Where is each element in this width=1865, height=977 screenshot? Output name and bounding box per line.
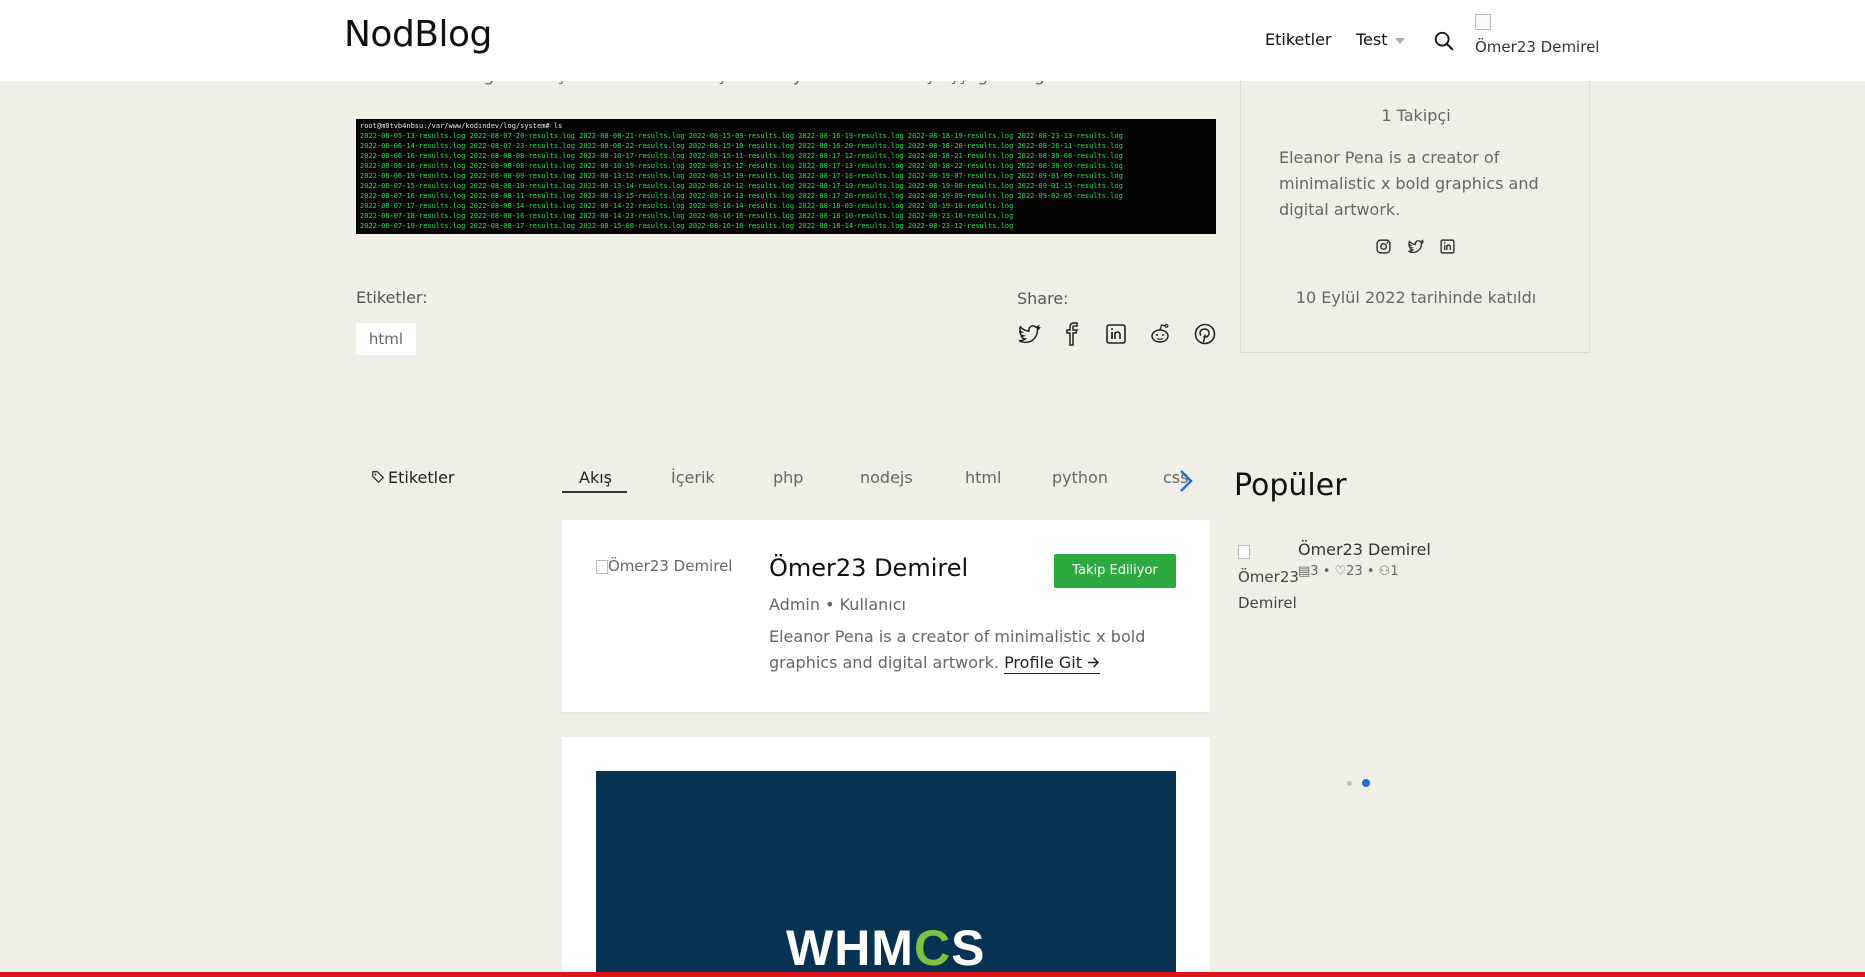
joined-date: 10 Eylül 2022 tarihinde katıldı (1295, 288, 1537, 307)
site-header: NodBlog Etiketler Test Ömer23 Demirel (0, 0, 1865, 81)
popular-avatar-alt: Ömer23 Demirel (1238, 568, 1299, 612)
pinterest-icon[interactable] (1193, 322, 1217, 346)
whmcs-text-a: WHM (786, 920, 914, 976)
broken-image-icon (1475, 13, 1491, 30)
terminal-row: 2022-08-07-15-results.log 2022-08-08-10-… (360, 182, 1123, 190)
terminal-row: 2022-08-07-19-results.log 2022-08-08-17-… (360, 222, 1014, 230)
tag-chip-html[interactable]: html (356, 323, 416, 355)
gear-icon: C (913, 920, 952, 976)
tags-label: Etiketler: (356, 288, 428, 307)
profile-git-link[interactable]: Profile Git (1004, 653, 1101, 674)
tab-html[interactable]: html (965, 468, 1001, 487)
category-tabs: Akış İçerik php nodejs html python css (562, 468, 1192, 498)
post-cover-image[interactable]: WHMCS (596, 771, 1176, 977)
twitter-icon[interactable] (1407, 238, 1424, 255)
terminal-row: 2022-08-06-19-results.log 2022-08-08-09-… (360, 172, 1123, 180)
tab-akis[interactable]: Akış (579, 468, 612, 487)
profile-avatar-alt: Ömer23 Demirel (608, 557, 733, 575)
popular-user-name[interactable]: Ömer23 Demirel (1298, 540, 1431, 559)
whmcs-logo: WHMCS (786, 919, 985, 977)
profile-role: Admin • Kullanıcı (769, 595, 906, 614)
nav-avatar-alt: Ömer23 Demirel (1475, 38, 1600, 56)
terminal-row: 2022-08-05-13-results.log 2022-08-07-20-… (360, 132, 1123, 140)
profile-name[interactable]: Ömer23 Demirel (769, 554, 968, 582)
popular-heading: Popüler (1234, 468, 1347, 503)
active-tab-underline (562, 491, 627, 493)
tag-icon (372, 471, 384, 483)
popular-avatar: Ömer23 Demirel (1238, 538, 1299, 616)
terminal-row: 2022-08-07-16-results.log 2022-08-08-11-… (360, 192, 1123, 200)
chevron-down-icon (1394, 37, 1405, 44)
nav-avatar[interactable]: Ömer23 Demirel (1475, 8, 1599, 60)
terminal-row: 2022-08-06-16-results.log 2022-08-08-08-… (360, 152, 1123, 160)
chevron-right-icon[interactable] (1176, 466, 1196, 496)
whmcs-text-b: S (951, 920, 986, 976)
document-icon: ▤ (1298, 564, 1311, 579)
tab-icerik[interactable]: İçerik (671, 468, 715, 487)
popular-user-stats: ▤3 • ♡23 • ⚇1 (1298, 564, 1399, 579)
follower-count: 1 (1390, 564, 1399, 579)
terminal-row: 2022-08-06-14-results.log 2022-08-07-23-… (360, 142, 1123, 150)
profile-bio: Eleanor Pena is a creator of minimalisti… (769, 624, 1169, 676)
tags-sidebar-label: Etiketler (388, 468, 455, 487)
site-logo[interactable]: NodBlog (344, 14, 492, 55)
search-icon[interactable] (1433, 30, 1455, 52)
profile-card: Ömer23 Demirel Ömer23 Demirel Admin • Ku… (562, 520, 1210, 712)
broken-image-icon (1238, 544, 1250, 559)
share-label: Share: (1017, 289, 1069, 308)
nav-user-menu-label: Test (1356, 30, 1388, 49)
linkedin-icon[interactable] (1439, 238, 1456, 255)
post-count: 3 (1310, 564, 1319, 579)
author-card: 1 Takipçi Eleanor Pena is a creator of m… (1240, 70, 1590, 353)
nav-tags-link[interactable]: Etiketler (1265, 30, 1332, 49)
author-social-links (1375, 238, 1456, 255)
slider-dot-active[interactable] (1362, 779, 1370, 787)
author-bio: Eleanor Pena is a creator of minimalisti… (1279, 148, 1539, 219)
slider-dot[interactable] (1347, 781, 1352, 786)
reddit-icon[interactable] (1148, 322, 1172, 346)
broken-image-icon (596, 559, 608, 574)
terminal-row: 2022-08-07-18-results.log 2022-08-08-16-… (360, 212, 1014, 220)
profile-avatar: Ömer23 Demirel (596, 557, 732, 575)
tab-nodejs[interactable]: nodejs (860, 468, 913, 487)
profile-git-label: Profile Git (1004, 653, 1083, 672)
linkedin-icon[interactable] (1104, 322, 1128, 346)
tab-python[interactable]: python (1052, 468, 1108, 487)
tags-sidebar-link[interactable]: Etiketler (371, 468, 455, 487)
post-card[interactable]: WHMCS (562, 737, 1210, 977)
terminal-row: 2022-08-06-18-results.log 2022-08-08-08-… (360, 162, 1123, 170)
follow-button[interactable]: Takip Ediliyor (1054, 554, 1176, 588)
follower-count: 1 Takipçi (1381, 106, 1451, 125)
nav-user-menu[interactable]: Test (1356, 30, 1405, 49)
instagram-icon[interactable] (1375, 238, 1392, 255)
facebook-icon[interactable] (1060, 322, 1084, 346)
tab-php[interactable]: php (773, 468, 803, 487)
heart-icon: ♡ (1334, 564, 1347, 579)
terminal-prompt: root@m8tvb4nbsu:/var/www/kodindev/log/sy… (360, 122, 563, 130)
user-icon: ⚇ (1378, 564, 1391, 579)
bottom-progress-bar (0, 972, 1865, 977)
like-count: 23 (1346, 564, 1363, 579)
arrow-right-icon (1088, 657, 1100, 668)
twitter-icon[interactable] (1017, 322, 1041, 346)
terminal-screenshot: root@m8tvb4nbsu:/var/www/kodindev/log/sy… (356, 119, 1216, 234)
terminal-row: 2022-08-07-17-results.log 2022-08-08-14-… (360, 202, 1014, 210)
